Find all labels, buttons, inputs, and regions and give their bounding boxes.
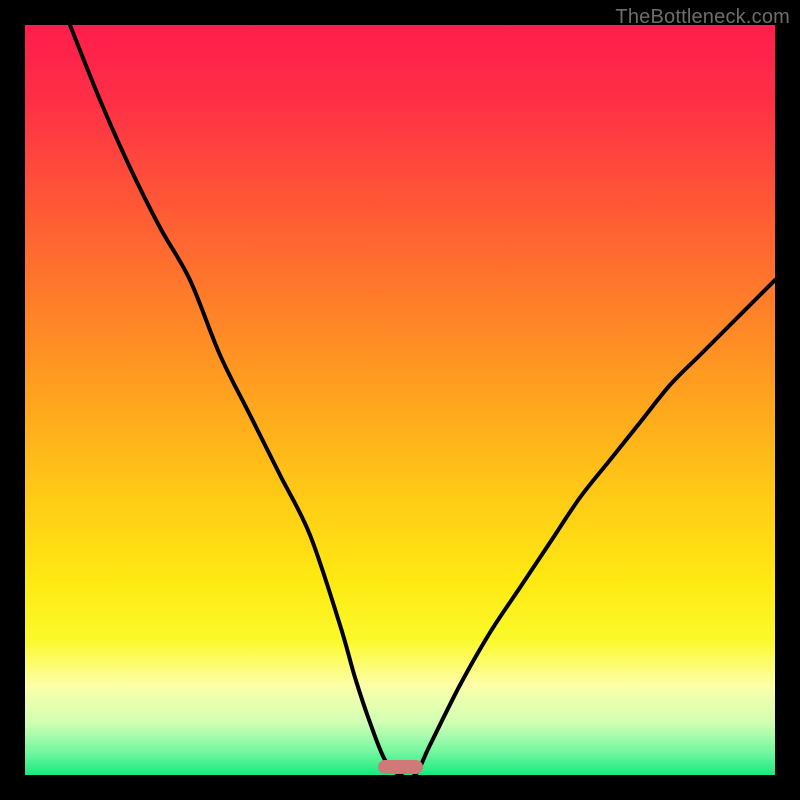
gradient-background — [25, 25, 775, 775]
plot-svg — [25, 25, 775, 775]
chart-frame: TheBottleneck.com — [0, 0, 800, 800]
watermark-text: TheBottleneck.com — [615, 6, 790, 29]
plot-area — [25, 25, 775, 775]
optimal-marker — [378, 760, 423, 774]
